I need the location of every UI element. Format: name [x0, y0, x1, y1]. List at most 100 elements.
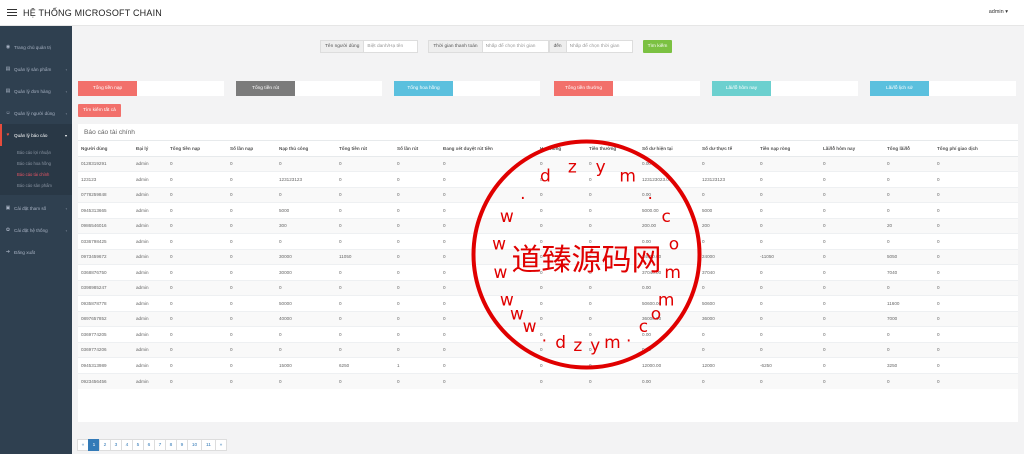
- table-cell: 0: [586, 326, 639, 342]
- table-cell: 0: [934, 326, 1018, 342]
- table-cell: 0: [440, 279, 537, 296]
- table-cell: 15000: [276, 357, 336, 373]
- table-cell: 0: [227, 186, 276, 203]
- page-next-button[interactable]: »: [215, 439, 227, 451]
- stat-value: [771, 81, 858, 96]
- table-cell: 0: [537, 202, 586, 218]
- sidebar-item-gear[interactable]: ✿ Cài đặt hệ thống ‹: [0, 219, 72, 241]
- table-row: 0369774206 admin 0 0 0 0 0 0 0 0 0.00 0 0 0 0 0: [78, 341, 1018, 358]
- sidebar-item-dashboard[interactable]: ◉ Trang chủ quản trị: [0, 36, 72, 58]
- report-icon: ♥: [6, 132, 10, 138]
- table-cell: 0: [336, 279, 394, 296]
- stat-button[interactable]: Lãi/lỗ hôm nay: [712, 81, 771, 96]
- payment-time-label: Thời gian thanh toán: [428, 40, 483, 53]
- table-cell: 0336798425: [78, 233, 133, 249]
- sidebar-item-logout[interactable]: ➔ Đăng xuất: [0, 241, 72, 263]
- time-to-input[interactable]: Nhấp để chọn thời gian: [566, 40, 633, 53]
- table-cell: 0: [336, 233, 394, 249]
- user-menu[interactable]: admin ▾: [989, 9, 1008, 15]
- table-cell: 0368876750: [78, 264, 133, 280]
- page-button[interactable]: 10: [187, 439, 202, 451]
- table-cell: 0: [167, 264, 227, 280]
- table-cell: 0: [757, 233, 820, 249]
- table-cell: 0: [537, 217, 586, 234]
- main-content: Tên người dùng Biệt danh/Hạ tên Thời gia…: [72, 26, 1024, 454]
- table-cell: 300: [276, 217, 336, 234]
- search-all-button[interactable]: Tìm kiếm tất cả: [78, 104, 121, 117]
- sidebar-item-user[interactable]: ☺ Quản lý người dùng ‹: [0, 102, 72, 124]
- table-cell: 0: [394, 341, 440, 358]
- table-cell: 0: [934, 248, 1018, 265]
- stat-button[interactable]: Tổng tiền thưởng: [554, 81, 613, 96]
- order-icon: ▤: [5, 88, 11, 94]
- sidebar-item-order[interactable]: ▤ Quản lý đơn hàng ‹: [0, 80, 72, 102]
- table-cell: 0: [699, 279, 757, 296]
- table-cell: 0: [227, 295, 276, 311]
- table-cell: 0: [167, 155, 227, 172]
- submenu-item[interactable]: Báo cáo sản phẩm: [0, 180, 72, 191]
- search-button[interactable]: Tìm kiếm: [642, 40, 673, 53]
- table-cell: 0: [440, 357, 537, 373]
- table-cell: 0: [167, 372, 227, 389]
- table-cell: 0: [394, 279, 440, 296]
- table-cell: 30000: [276, 248, 336, 265]
- table-cell: 0: [884, 372, 934, 389]
- submenu-item[interactable]: Báo cáo lợi nhuận: [0, 147, 72, 158]
- table-cell: 0: [440, 248, 537, 265]
- top-bar: HỆ THỐNG MICROSOFT CHAIN admin ▾: [0, 0, 1024, 26]
- table-cell: 0: [227, 372, 276, 389]
- username-input[interactable]: Biệt danh/Hạ tên: [364, 40, 419, 53]
- table-cell: 0: [757, 295, 820, 311]
- table-cell: 0: [757, 155, 820, 172]
- filter-bar: Tên người dùng Biệt danh/Hạ tên Thời gia…: [320, 40, 673, 53]
- page-button[interactable]: 11: [201, 439, 216, 451]
- submenu-item[interactable]: Báo cáo hoa hồng: [0, 158, 72, 169]
- table-cell: 0: [757, 341, 820, 358]
- table-cell: 0: [586, 372, 639, 389]
- stat-lai-lo-lich-su: Lãi/lỗ lịch sử: [870, 81, 1016, 96]
- table-cell: 0: [227, 264, 276, 280]
- table-cell: 0: [934, 357, 1018, 373]
- table-cell: 0: [586, 295, 639, 311]
- stat-tong-tien-rut: Tổng tiền rút: [236, 81, 382, 96]
- column-header: Số dư thực tế: [699, 141, 757, 157]
- table-cell: 0: [757, 264, 820, 280]
- table-cell: 0: [394, 155, 440, 172]
- stat-button[interactable]: Lãi/lỗ lịch sử: [870, 81, 929, 96]
- table-cell: 0369774205: [78, 326, 133, 342]
- table-cell: 0: [336, 264, 394, 280]
- table-cell: 0: [757, 372, 820, 389]
- caret-icon: ▾: [64, 132, 67, 138]
- submenu-item[interactable]: Báo cáo tài chính: [0, 169, 72, 180]
- menu-toggle-icon[interactable]: [7, 8, 17, 17]
- stat-button[interactable]: Tổng tiền rút: [236, 81, 295, 96]
- sidebar-item-report[interactable]: ♥ Quản lý báo cáo ▾: [0, 124, 72, 146]
- stat-value: [295, 81, 382, 96]
- stat-button[interactable]: Tổng tiền nạp: [78, 81, 137, 96]
- table-cell: 0: [537, 341, 586, 358]
- table-cell: 0: [167, 341, 227, 358]
- table-cell: 0: [820, 264, 884, 280]
- app-title: HỆ THỐNG MICROSOFT CHAIN: [23, 7, 162, 18]
- table-cell: admin: [133, 341, 167, 358]
- stat-lai-lo-hom-nay: Lãi/lỗ hôm nay: [712, 81, 858, 96]
- table-cell: 0: [884, 233, 934, 249]
- time-from-input[interactable]: Nhấp để chọn thời gian: [482, 40, 549, 53]
- table-cell: 0: [394, 233, 440, 249]
- table-cell: 0: [336, 326, 394, 342]
- table-row: 0945313989 admin 0 0 15000 6250 1 0 0 0 12000.00 12…: [78, 357, 1018, 373]
- table-cell: 5000: [276, 202, 336, 218]
- table-cell: 0: [167, 326, 227, 342]
- logout-icon: ➔: [5, 249, 11, 255]
- sidebar-item-product[interactable]: ▤ Quản lý sản phẩm ‹: [0, 58, 72, 80]
- table-cell: admin: [133, 279, 167, 296]
- stat-button[interactable]: Tổng hoa hồng: [394, 81, 453, 96]
- table-cell: 0: [699, 186, 757, 203]
- table-cell: admin: [133, 295, 167, 311]
- table-cell: 0: [167, 233, 227, 249]
- table-cell: 0: [336, 202, 394, 218]
- table-cell: 0.00: [639, 279, 699, 296]
- table-cell: 0.00: [639, 233, 699, 249]
- sidebar-item-settings[interactable]: ▣ Cài đặt tham số ‹: [0, 197, 72, 219]
- table-cell: 0.00: [639, 326, 699, 342]
